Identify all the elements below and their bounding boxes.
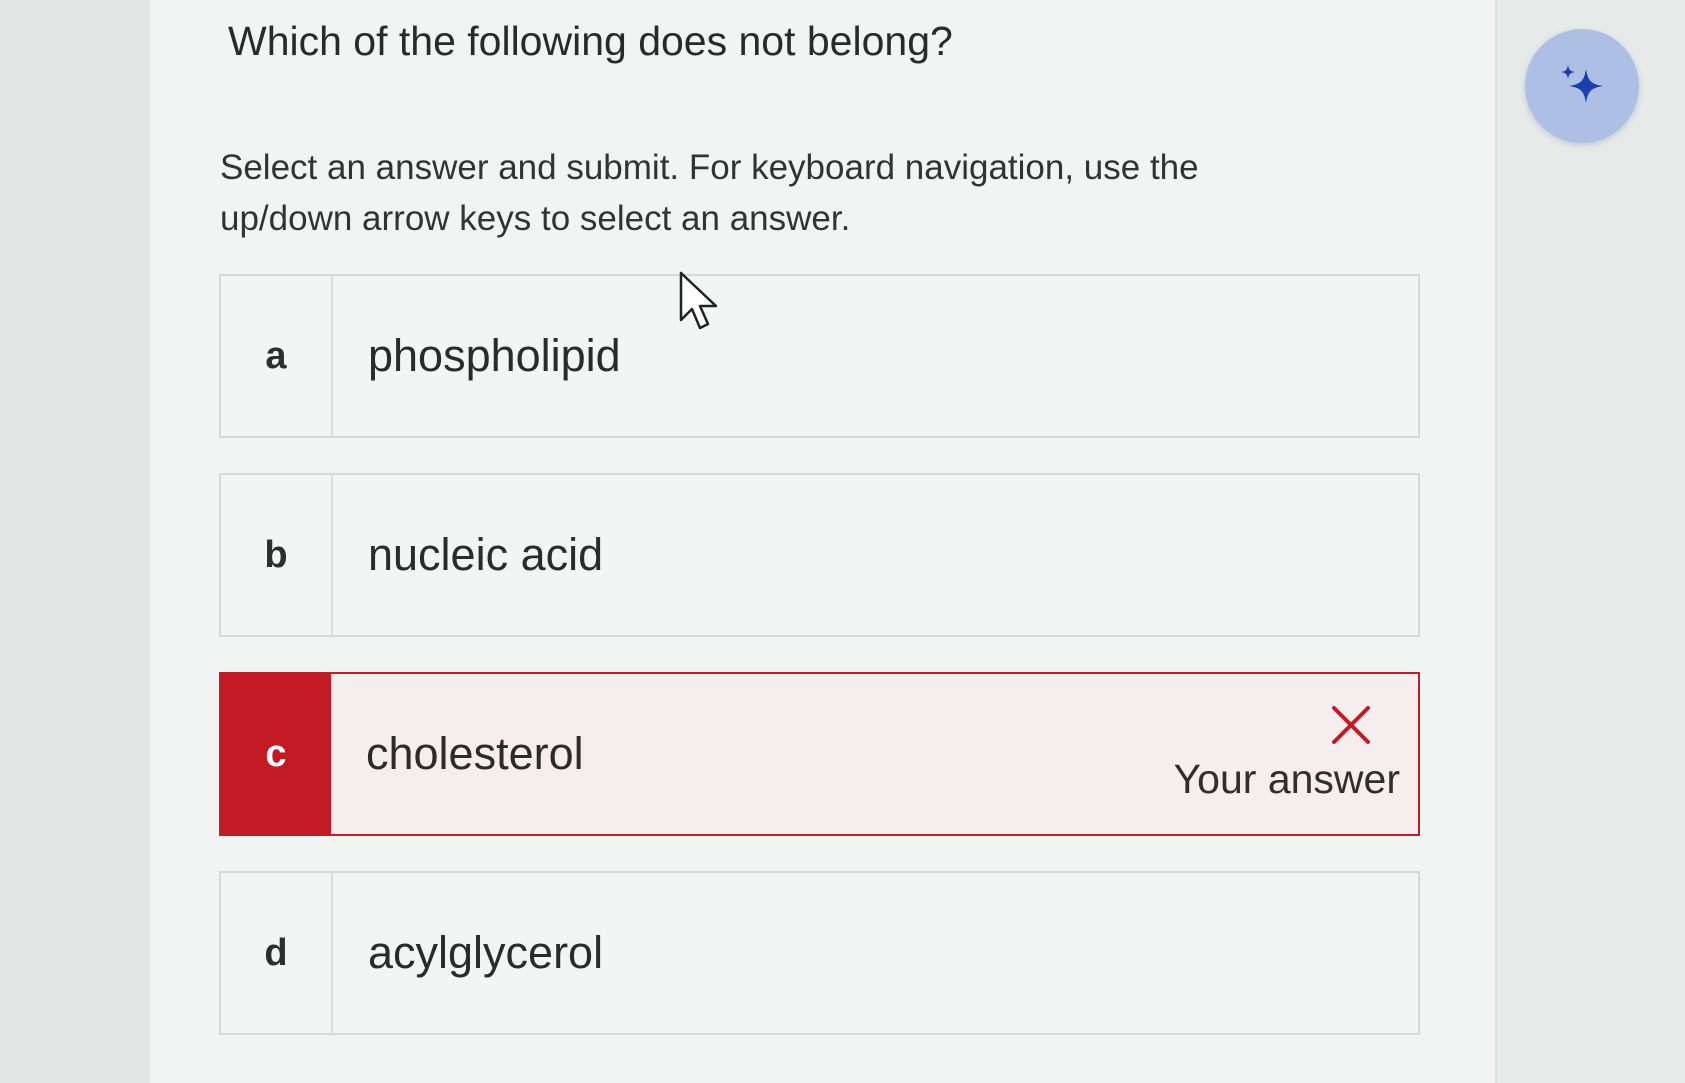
ai-assist-button[interactable]	[1525, 29, 1639, 143]
answer-option-a[interactable]: a phospholipid	[219, 274, 1420, 438]
question-prompt: Which of the following does not belong?	[228, 18, 953, 64]
your-answer-label: Your answer	[1173, 756, 1400, 802]
right-gutter	[1497, 0, 1685, 1083]
x-mark-icon	[1332, 706, 1370, 744]
sparkle-icon	[1561, 65, 1603, 103]
answer-feedback: Your answer	[1174, 702, 1400, 803]
answer-options: a phospholipid b nucleic acid c choleste…	[219, 274, 1420, 1070]
option-text: acylglycerol	[368, 927, 604, 978]
option-letter: c	[221, 674, 331, 834]
option-letter: a	[221, 276, 333, 436]
answer-option-c[interactable]: c cholesterol Your answer	[219, 672, 1420, 836]
left-gutter	[0, 0, 150, 1083]
option-letter: d	[221, 873, 333, 1033]
mouse-pointer-icon	[679, 271, 718, 330]
option-text: phospholipid	[368, 330, 621, 381]
answer-option-b[interactable]: b nucleic acid	[219, 473, 1420, 637]
option-letter: b	[221, 475, 333, 635]
instructions-text: Select an answer and submit. For keyboar…	[220, 148, 1199, 238]
answer-option-d[interactable]: d acylglycerol	[219, 871, 1420, 1035]
option-text: nucleic acid	[368, 529, 604, 580]
